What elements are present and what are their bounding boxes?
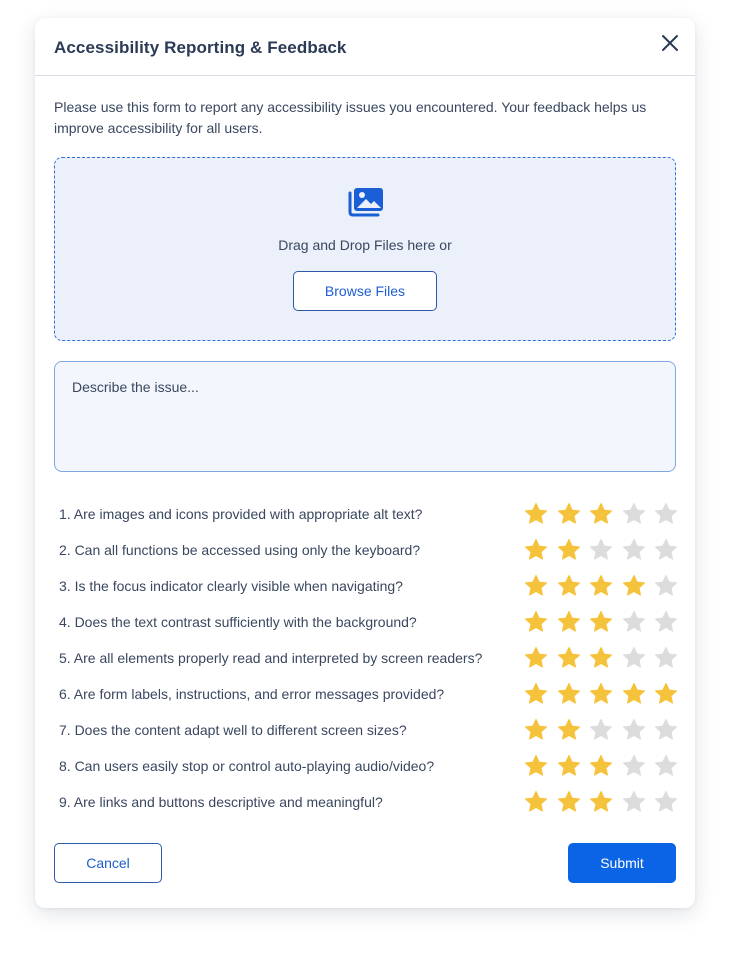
star-filled-icon[interactable] (589, 610, 613, 634)
star-empty-icon[interactable] (622, 538, 646, 562)
star-filled-icon[interactable] (557, 574, 581, 598)
submit-button[interactable]: Submit (568, 843, 676, 883)
star-filled-icon[interactable] (589, 502, 613, 526)
star-filled-icon[interactable] (524, 646, 548, 670)
rating-questions: 1. Are images and icons provided with ap… (59, 496, 677, 820)
star-filled-icon[interactable] (524, 502, 548, 526)
star-rating (524, 790, 678, 814)
star-empty-icon[interactable] (654, 502, 678, 526)
star-filled-icon[interactable] (622, 682, 646, 706)
feedback-dialog: Accessibility Reporting & Feedback Pleas… (35, 18, 695, 908)
question-row: 2. Can all functions be accessed using o… (59, 532, 677, 568)
file-dropzone[interactable]: Drag and Drop Files here or Browse Files (54, 157, 676, 341)
star-empty-icon[interactable] (622, 754, 646, 778)
star-filled-icon[interactable] (524, 682, 548, 706)
star-empty-icon[interactable] (622, 646, 646, 670)
star-filled-icon[interactable] (557, 610, 581, 634)
star-filled-icon[interactable] (524, 538, 548, 562)
star-filled-icon[interactable] (557, 718, 581, 742)
question-text: 3. Is the focus indicator clearly visibl… (59, 578, 403, 594)
question-text: 7. Does the content adapt well to differ… (59, 722, 407, 738)
dropzone-prompt: Drag and Drop Files here or (278, 237, 452, 253)
star-empty-icon[interactable] (654, 718, 678, 742)
question-row: 8. Can users easily stop or control auto… (59, 748, 677, 784)
star-filled-icon[interactable] (524, 718, 548, 742)
star-empty-icon[interactable] (589, 718, 613, 742)
star-empty-icon[interactable] (622, 718, 646, 742)
star-filled-icon[interactable] (589, 646, 613, 670)
question-text: 1. Are images and icons provided with ap… (59, 506, 423, 522)
cancel-button[interactable]: Cancel (54, 843, 162, 883)
question-text: 5. Are all elements properly read and in… (59, 650, 483, 666)
star-filled-icon[interactable] (589, 574, 613, 598)
star-rating (524, 574, 678, 598)
question-row: 6. Are form labels, instructions, and er… (59, 676, 677, 712)
star-rating (524, 718, 678, 742)
star-filled-icon[interactable] (524, 574, 548, 598)
dialog-header: Accessibility Reporting & Feedback (35, 18, 695, 76)
star-filled-icon[interactable] (524, 790, 548, 814)
star-empty-icon[interactable] (654, 754, 678, 778)
star-filled-icon[interactable] (622, 574, 646, 598)
star-filled-icon[interactable] (557, 682, 581, 706)
question-text: 4. Does the text contrast sufficiently w… (59, 614, 417, 630)
question-text: 9. Are links and buttons descriptive and… (59, 794, 383, 810)
star-rating (524, 538, 678, 562)
close-button[interactable] (661, 34, 679, 52)
image-gallery-icon (348, 188, 383, 217)
star-filled-icon[interactable] (524, 610, 548, 634)
star-empty-icon[interactable] (622, 610, 646, 634)
star-filled-icon[interactable] (589, 790, 613, 814)
star-empty-icon[interactable] (654, 646, 678, 670)
star-filled-icon[interactable] (557, 646, 581, 670)
star-filled-icon[interactable] (654, 682, 678, 706)
browse-files-button[interactable]: Browse Files (293, 271, 437, 311)
star-filled-icon[interactable] (589, 682, 613, 706)
question-text: 2. Can all functions be accessed using o… (59, 542, 421, 558)
star-rating (524, 646, 678, 670)
star-empty-icon[interactable] (622, 790, 646, 814)
issue-description-input[interactable] (54, 361, 676, 472)
question-text: 8. Can users easily stop or control auto… (59, 758, 435, 774)
star-empty-icon[interactable] (589, 538, 613, 562)
star-rating (524, 610, 678, 634)
star-filled-icon[interactable] (589, 754, 613, 778)
intro-text: Please use this form to report any acces… (54, 99, 647, 136)
question-row: 3. Is the focus indicator clearly visibl… (59, 568, 677, 604)
star-empty-icon[interactable] (654, 538, 678, 562)
star-rating (524, 754, 678, 778)
question-text: 6. Are form labels, instructions, and er… (59, 686, 445, 702)
star-filled-icon[interactable] (557, 790, 581, 814)
star-empty-icon[interactable] (654, 790, 678, 814)
star-filled-icon[interactable] (557, 538, 581, 562)
question-row: 5. Are all elements properly read and in… (59, 640, 677, 676)
star-empty-icon[interactable] (622, 502, 646, 526)
star-rating (524, 682, 678, 706)
question-row: 9. Are links and buttons descriptive and… (59, 784, 677, 820)
star-filled-icon[interactable] (557, 502, 581, 526)
star-empty-icon[interactable] (654, 610, 678, 634)
star-rating (524, 502, 678, 526)
question-row: 1. Are images and icons provided with ap… (59, 496, 677, 532)
dialog-title: Accessibility Reporting & Feedback (54, 38, 347, 57)
star-empty-icon[interactable] (654, 574, 678, 598)
question-row: 4. Does the text contrast sufficiently w… (59, 604, 677, 640)
close-icon (662, 35, 678, 51)
star-filled-icon[interactable] (557, 754, 581, 778)
star-filled-icon[interactable] (524, 754, 548, 778)
question-row: 7. Does the content adapt well to differ… (59, 712, 677, 748)
